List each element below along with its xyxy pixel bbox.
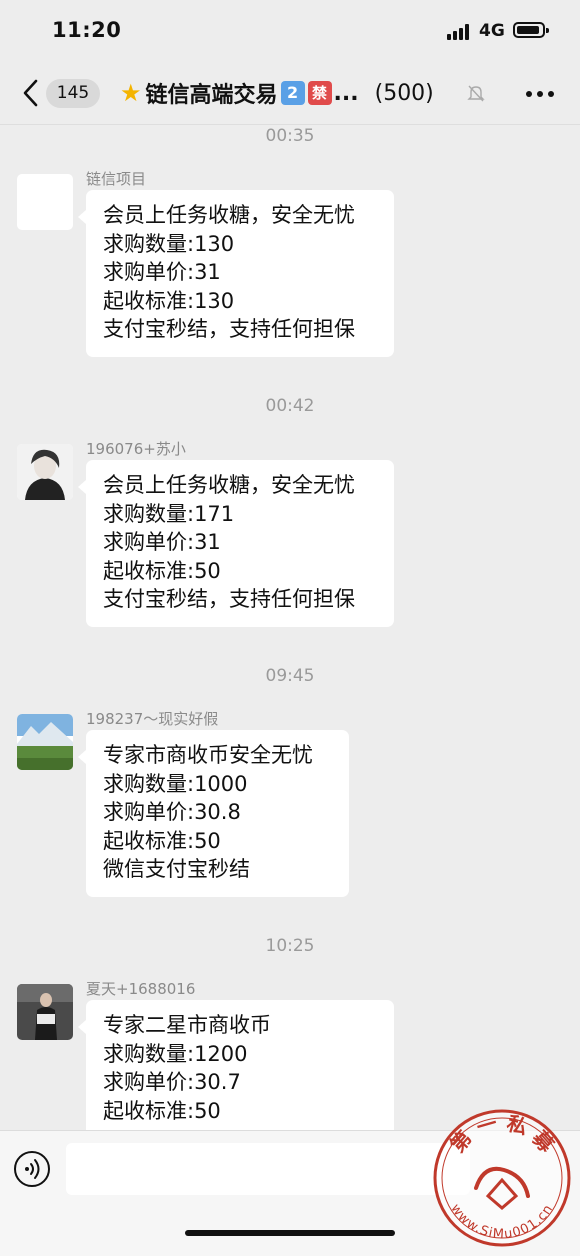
sender-name: 夏天+1688016	[86, 980, 196, 998]
signal-icon	[447, 24, 473, 40]
message-line: 求购数量:130	[103, 231, 235, 256]
more-options-button[interactable]	[526, 91, 556, 99]
message-line: 起收标准:50	[103, 558, 221, 583]
message-bubble[interactable]: 专家二星市商收币 求购数量:1200 求购单价:30.7 起收标准:50	[78, 1000, 394, 1130]
message-line: 求购单价:31	[103, 260, 221, 284]
group-name: 链信高端交易	[145, 83, 278, 108]
status-bar: 11:20 4G	[0, 0, 580, 62]
message-input[interactable]	[66, 1143, 470, 1195]
message-line: 会员上任务收糖，安全无忧	[103, 473, 355, 497]
message-line: 起收标准:130	[103, 288, 235, 313]
message-line: 起收标准:50	[103, 828, 221, 853]
avatar[interactable]	[17, 444, 73, 500]
message-timestamp: 00:35	[265, 126, 315, 146]
message-bubble[interactable]: 专家市商收币安全无忧 求购数量:1000 求购单价:30.8 起收标准:50 微…	[78, 730, 349, 897]
voice-icon	[25, 1159, 40, 1179]
message-timestamp: 10:25	[265, 936, 315, 956]
avatar[interactable]	[17, 984, 73, 1040]
message-line: 求购单价:31	[103, 530, 221, 554]
message-line: 求购单价:30.7	[103, 1070, 241, 1094]
message-line: 求购数量:1000	[103, 771, 248, 796]
network-label: 4G	[479, 21, 505, 41]
home-indicator	[185, 1230, 395, 1236]
unread-count-badge[interactable]: 145	[46, 79, 100, 108]
ban-badge: 禁	[307, 81, 332, 105]
avatar-image	[17, 984, 73, 1040]
sender-name: 196076+苏小	[86, 440, 186, 458]
number-badge: 2	[280, 81, 305, 105]
message-bubble[interactable]: 会员上任务收糖，安全无忧 求购数量:171 求购单价:31 起收标准:50 支付…	[78, 460, 394, 627]
voice-input-button[interactable]	[14, 1151, 50, 1187]
message-line: 支付宝秒结，支持任何担保	[103, 317, 355, 341]
chat-header: 145 ★ 链信高端交易 2 禁 ... (500)	[0, 62, 580, 125]
message-list[interactable]: 00:35 链信项目 会员上任务收糖，安全无忧 求购数量:130 求购单价:31…	[0, 124, 580, 1130]
star-icon: ★	[120, 79, 142, 107]
status-time: 11:20	[52, 18, 122, 42]
avatar[interactable]	[17, 174, 73, 230]
avatar-image	[17, 444, 73, 500]
message-line: 求购数量:171	[103, 501, 235, 526]
title-ellipsis: ...	[333, 80, 359, 106]
message-line: 专家二星市商收币	[103, 1013, 271, 1037]
watermark-seal: 第 一 私 募 www.SiMu001.cn	[433, 1109, 571, 1247]
message-line: 求购数量:1200	[103, 1041, 248, 1066]
message-timestamp: 09:45	[265, 666, 315, 686]
message-line: 专家市商收币安全无忧	[103, 743, 313, 767]
message-line: 会员上任务收糖，安全无忧	[103, 203, 355, 227]
message-line: 起收标准:50	[103, 1098, 221, 1123]
message-line: 微信支付宝秒结	[103, 857, 250, 881]
message-line: 支付宝秒结，支持任何担保	[103, 587, 355, 611]
mute-bell-icon	[467, 85, 485, 102]
chat-title[interactable]: ★ 链信高端交易 2 禁 ... (500)	[120, 76, 434, 110]
sender-name: 198237～现实好假	[86, 710, 219, 728]
message-timestamp: 00:42	[265, 396, 315, 416]
battery-icon	[513, 22, 549, 38]
member-count: (500)	[374, 80, 434, 106]
message-line: 求购单价:30.8	[103, 800, 241, 824]
avatar[interactable]	[17, 714, 73, 770]
sender-name: 链信项目	[86, 170, 147, 188]
message-bubble[interactable]: 会员上任务收糖，安全无忧 求购数量:130 求购单价:31 起收标准:130 支…	[78, 190, 394, 357]
avatar-image	[17, 714, 73, 770]
